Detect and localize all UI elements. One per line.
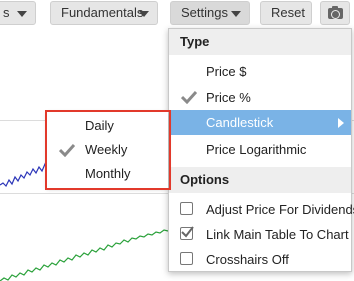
green-price-series (0, 229, 169, 281)
checked-box-icon[interactable] (180, 226, 194, 240)
fundamentals-label: Fundamentals (61, 5, 144, 20)
blue-price-series (0, 162, 48, 188)
menu-item-label: Price % (206, 90, 251, 105)
menu-item-candlestick[interactable]: Candlestick (169, 110, 351, 135)
chevron-down-icon (231, 11, 241, 17)
partial-dropdown-label: s (3, 5, 10, 20)
period-item-label: Daily (85, 118, 114, 133)
settings-label: Settings (181, 5, 228, 20)
menu-item-label: Candlestick (206, 115, 274, 130)
option-link-main-table[interactable]: Link Main Table To Chart (169, 222, 351, 247)
option-crosshairs-off[interactable]: Crosshairs Off (169, 247, 351, 272)
menu-item-label: Crosshairs Off (206, 252, 289, 267)
menu-item-price-percent[interactable]: Price % (169, 85, 351, 110)
reset-label: Reset (271, 5, 305, 20)
menu-item-label: Link Main Table To Chart (206, 227, 349, 242)
menu-item-label: Price $ (206, 64, 247, 79)
menu-item-label: Adjust Price For Dividends (206, 202, 354, 217)
period-item-label: Weekly (85, 142, 128, 157)
unchecked-box-icon[interactable] (180, 202, 193, 215)
period-item-label: Monthly (85, 166, 131, 181)
menu-item-label: Price Logarithmic (206, 142, 307, 157)
period-item-daily[interactable]: Daily (47, 114, 168, 138)
partial-dropdown-button[interactable]: s (0, 1, 36, 25)
checkmark-icon (59, 143, 75, 157)
chevron-right-icon (338, 118, 344, 128)
period-submenu: Daily Weekly Monthly (47, 112, 168, 188)
checkmark-icon (181, 90, 197, 104)
menu-item-price-dollar[interactable]: Price $ (169, 59, 351, 84)
chevron-down-icon (17, 11, 27, 17)
options-section-header: Options (169, 167, 351, 193)
reset-button[interactable]: Reset (260, 1, 312, 25)
period-item-monthly[interactable]: Monthly (47, 162, 168, 186)
menu-item-price-logarithmic[interactable]: Price Logarithmic (169, 137, 351, 162)
option-adjust-price-dividends[interactable]: Adjust Price For Dividends (169, 197, 354, 222)
snapshot-button[interactable] (320, 1, 350, 25)
period-item-weekly[interactable]: Weekly (47, 138, 168, 162)
settings-menu: Type Price $ Price % Candlestick Price L… (168, 28, 354, 272)
chevron-down-icon (139, 11, 149, 17)
unchecked-box-icon[interactable] (180, 252, 193, 265)
chart-toolbar: s Fundamentals Settings Reset (0, 0, 354, 28)
fundamentals-dropdown-button[interactable]: Fundamentals (50, 1, 158, 25)
type-section-header: Type (169, 29, 351, 55)
settings-dropdown-button[interactable]: Settings (170, 1, 250, 25)
